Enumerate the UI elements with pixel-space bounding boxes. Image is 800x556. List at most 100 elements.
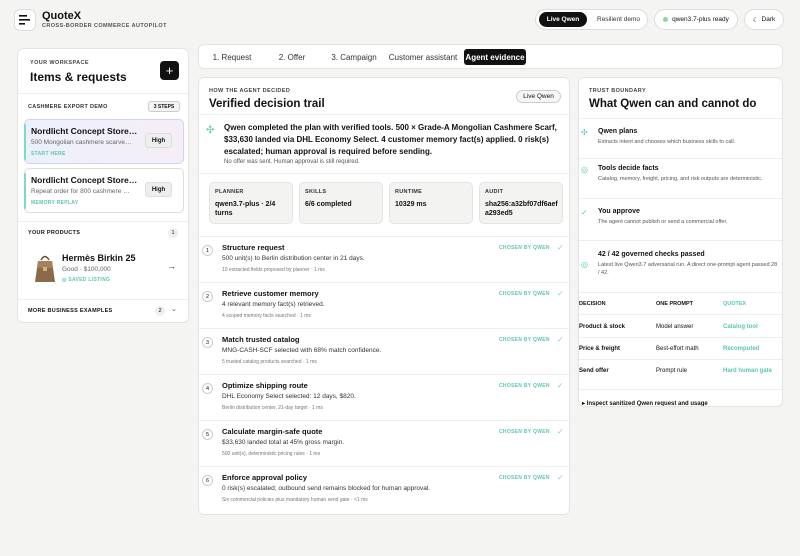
step-title: Structure request: [222, 243, 285, 252]
tab-offer[interactable]: 2. Offer: [271, 49, 313, 65]
stat-label: AUDIT: [485, 189, 504, 195]
boundary-desc: Latest live Qwen3.7 adversarial run. A d…: [598, 262, 778, 276]
boundary-item: ✣ Qwen plans Extracts intent and chooses…: [579, 118, 782, 150]
status-dot-icon: [663, 17, 669, 22]
boundary-title: You approve: [598, 208, 640, 215]
mode-live-button[interactable]: Live Qwen: [539, 12, 587, 27]
tab-agent-evidence[interactable]: Agent evidence: [464, 49, 526, 65]
handbag-image: [35, 255, 55, 282]
request-title: Nordlicht Concept Store…: [31, 126, 138, 136]
divider: [579, 337, 782, 338]
more-examples-toggle[interactable]: MORE BUSINESS EXAMPLES: [28, 308, 113, 314]
step-description: MNG-CASH-SCF selected with 68% match con…: [222, 347, 382, 354]
stat-value: 10329 ms: [395, 201, 427, 208]
add-request-button[interactable]: +: [160, 61, 179, 80]
step-title: Calculate margin-safe quote: [222, 427, 323, 436]
divider: [579, 389, 782, 390]
panel-title: Verified decision trail: [209, 98, 325, 110]
sparkle-icon: ✣: [206, 125, 215, 136]
trail-step[interactable]: 3 Match trusted catalog MNG-CASH-SCF sel…: [199, 328, 569, 374]
request-card[interactable]: Nordlicht Concept Store… 500 Mongolian c…: [24, 119, 184, 164]
table-cell-quotex: Catalog tool: [723, 324, 758, 330]
stat-value: sha256:a32bf07df6aefa293ed5: [485, 201, 558, 217]
chosen-badge: CHOSEN BY QWEN: [499, 245, 550, 251]
tab-bar: 1. Request 2. Offer 3. Campaign Customer…: [198, 44, 783, 69]
priority-badge: High: [145, 133, 172, 148]
trail-step[interactable]: 4 Optimize shipping route DHL Economy Se…: [199, 374, 569, 420]
product-name: Hermès Birkin 25: [62, 253, 136, 263]
boundary-desc: The agent cannot publish or send a comme…: [598, 219, 728, 225]
products-label: YOUR PRODUCTS: [28, 230, 81, 236]
check-icon: ✓: [557, 381, 564, 390]
trail-step[interactable]: 2 Retrieve customer memory 4 relevant me…: [199, 282, 569, 328]
request-card[interactable]: Nordlicht Concept Store… Repeat order fo…: [24, 168, 184, 213]
stat-card-audit: AUDIT sha256:a32bf07df6aefa293ed5: [479, 182, 563, 224]
check-icon: ✓: [557, 473, 564, 482]
sparkle-icon: ✣: [581, 128, 588, 137]
menu-lines-icon: [19, 15, 30, 25]
divider: [18, 93, 188, 94]
trust-boundary-panel: TRUST BOUNDARY What Qwen can and cannot …: [578, 77, 783, 407]
chosen-badge: CHOSEN BY QWEN: [499, 291, 550, 297]
divider: [18, 221, 188, 222]
divider: [579, 359, 782, 360]
step-meta: 5 trusted catalog products searched · 1 …: [222, 359, 317, 365]
brand-subtitle: CROSS-BORDER COMMERCE AUTOPILOT: [42, 23, 167, 29]
brand-name: QuoteX: [42, 10, 82, 22]
active-indicator: [24, 124, 26, 160]
workspace-title: Items & requests: [30, 70, 127, 84]
database-icon: ◎: [581, 165, 588, 174]
decision-trail-panel: HOW THE AGENT DECIDED Verified decision …: [198, 77, 570, 515]
mode-toggle: Live Qwen Resilient demo: [535, 9, 648, 30]
step-meta: Berlin distribution center, 21-day targe…: [222, 405, 323, 411]
table-cell-decision: Product & stock: [579, 324, 626, 330]
check-icon: ✓: [557, 289, 564, 298]
step-number: 4: [202, 383, 213, 394]
step-number: 3: [202, 337, 213, 348]
panel-title: What Qwen can and cannot do: [589, 98, 757, 110]
step-number: 6: [202, 475, 213, 486]
divider: [199, 114, 569, 115]
arrow-right-icon[interactable]: →: [167, 261, 176, 271]
check-icon: ✓: [581, 208, 588, 217]
chosen-badge: CHOSEN BY QWEN: [499, 337, 550, 343]
table-cell-one-prompt: Model answer: [656, 324, 694, 330]
mode-resilient-button[interactable]: Resilient demo: [591, 12, 646, 27]
product-saved-tag: ◎ SAVED LISTING: [62, 277, 111, 283]
tab-request[interactable]: 1. Request: [205, 49, 259, 65]
divider: [579, 292, 782, 293]
trail-step[interactable]: 5 Calculate margin-safe quote $33,630 la…: [199, 420, 569, 466]
table-cell-quotex: Hard human gate: [723, 368, 773, 374]
stat-card-planner: PLANNER qwen3.7-plus · 2/4 turns: [209, 182, 293, 224]
boundary-item: ◎ 42 / 42 governed checks passed Latest …: [579, 240, 782, 286]
table-cell-one-prompt: Prompt rule: [656, 368, 688, 374]
step-title: Optimize shipping route: [222, 381, 308, 390]
step-meta: 500 unit(s), deterministic pricing rules…: [222, 451, 321, 457]
trail-step[interactable]: 6 Enforce approval policy 0 risk(s) esca…: [199, 466, 569, 512]
product-meta: Good · $100,000: [62, 266, 111, 273]
table-header-one-prompt: ONE PROMPT: [656, 301, 693, 307]
request-tag: START HERE: [31, 151, 66, 157]
theme-toggle-button[interactable]: ☾ Dark: [744, 9, 784, 30]
step-meta: Six commercial policies plus mandatory h…: [222, 497, 368, 503]
step-meta: 10 extracted fields proposed by planner …: [222, 267, 325, 273]
request-title: Nordlicht Concept Store…: [31, 175, 138, 185]
trail-step[interactable]: 1 Structure request 500 unit(s) to Berli…: [199, 236, 569, 282]
tab-campaign[interactable]: 3. Campaign: [325, 49, 383, 65]
more-count: 2: [155, 306, 165, 316]
inspect-request-toggle[interactable]: ▸ Inspect sanitized Qwen request and usa…: [582, 400, 708, 406]
step-title: Enforce approval policy: [222, 473, 308, 482]
workspace-sidebar: YOUR WORKSPACE Items & requests + CASHME…: [17, 48, 189, 323]
table-header-decision: DECISION: [579, 301, 606, 307]
shield-check-icon: ◎: [581, 260, 588, 269]
step-description: 4 relevant memory fact(s) retrieved.: [222, 301, 325, 308]
request-tag: MEMORY REPLAY: [31, 200, 79, 206]
step-description: DHL Economy Select selected: 12 days, $8…: [222, 393, 356, 400]
step-title: Match trusted catalog: [222, 335, 300, 344]
step-description: $33,630 landed total at 45% gross margin…: [222, 439, 345, 446]
divider: [18, 299, 188, 300]
step-description: 500 unit(s) to Berlin distribution cente…: [222, 255, 365, 262]
workspace-label: YOUR WORKSPACE: [30, 60, 89, 66]
tab-customer-assistant[interactable]: Customer assistant: [385, 49, 461, 65]
chevron-down-icon[interactable]: ⌄: [171, 305, 177, 313]
